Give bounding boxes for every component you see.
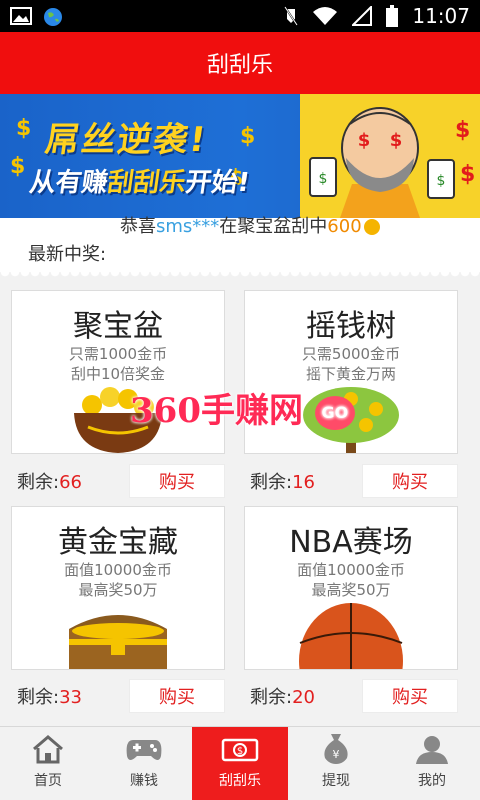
card-footer: 剩余:33 购买 <box>11 676 225 716</box>
watermark: 360手赚网 GO <box>130 383 355 432</box>
buy-button[interactable]: 购买 <box>362 464 458 498</box>
banner-subtitle: 从有赚刮刮乐开始! <box>27 168 252 198</box>
winner-marquee: 恭喜sms***在聚宝盆刮中600 <box>120 212 380 238</box>
tab-withdraw[interactable]: ¥ 提现 <box>288 727 384 800</box>
dollar-icon: $ <box>16 116 32 141</box>
product-desc: 最高奖50万 <box>78 581 158 599</box>
buy-button[interactable]: 购买 <box>362 679 458 713</box>
status-bar: 11:07 <box>0 0 480 32</box>
app-header: 刮刮乐 <box>0 32 480 94</box>
globe-icon <box>44 8 62 26</box>
coin-icon <box>363 219 380 235</box>
product-name: NBA赛场 <box>289 525 413 560</box>
wifi-icon <box>313 7 338 25</box>
dollar-icon: $ <box>10 154 26 179</box>
banner-title: 屌丝逆袭! <box>42 120 210 160</box>
mute-icon <box>284 6 299 26</box>
clock: 11:07 <box>412 4 470 28</box>
signal-icon <box>352 6 373 26</box>
dollar-icon: $ <box>460 162 476 187</box>
product-desc: 面值10000金币 <box>297 561 405 579</box>
tab-label: 刮刮乐 <box>219 773 261 789</box>
tab-scratch[interactable]: $ 刮刮乐 <box>192 727 288 800</box>
promo-banner[interactable]: $ $ $ $ $ $ 屌丝逆袭! 从有赚刮刮乐开始! $ $ $ $ <box>0 94 480 218</box>
svg-text:$: $ <box>237 746 243 757</box>
cartoon-man-icon: $ $ $ $ <box>309 107 455 218</box>
buy-button[interactable]: 购买 <box>129 679 225 713</box>
product-desc: 只需1000金币 <box>68 345 168 363</box>
basketball-icon <box>299 603 403 669</box>
product-card-huangjinbaozang[interactable]: 黄金宝藏 面值10000金币 最高奖50万 <box>11 506 225 670</box>
tab-profile[interactable]: 我的 <box>384 727 480 800</box>
tab-home[interactable]: 首页 <box>0 727 96 800</box>
product-desc: 最高奖50万 <box>311 581 391 599</box>
dollar-icon: $ <box>240 124 256 149</box>
tab-label: 首页 <box>34 773 62 789</box>
page-title: 刮刮乐 <box>206 53 273 78</box>
remaining-count: 剩余:20 <box>250 687 315 708</box>
svg-text:¥: ¥ <box>333 748 340 761</box>
user-icon <box>416 736 448 764</box>
card-footer: 剩余:16 购买 <box>244 461 458 501</box>
tab-earn[interactable]: 赚钱 <box>96 727 192 800</box>
go-badge: GO <box>314 396 355 430</box>
battery-icon <box>386 5 399 27</box>
tab-label: 我的 <box>418 773 446 789</box>
card-footer: 剩余:20 购买 <box>244 676 458 716</box>
money-bill-icon: $ <box>221 738 259 762</box>
tab-label: 提现 <box>322 773 350 789</box>
buy-button[interactable]: 购买 <box>129 464 225 498</box>
svg-text:$: $ <box>437 173 446 189</box>
product-desc: 刮中10倍奖金 <box>70 365 166 383</box>
product-desc: 摇下黄金万两 <box>305 365 396 383</box>
svg-text:$: $ <box>390 130 403 151</box>
product-name: 聚宝盆 <box>73 309 163 344</box>
scallop-divider <box>0 272 480 280</box>
product-name: 摇钱树 <box>306 309 396 344</box>
svg-text:$: $ <box>358 130 371 151</box>
treasure-chest-icon <box>69 615 167 669</box>
product-desc: 只需5000金币 <box>301 345 401 363</box>
product-card-nba[interactable]: NBA赛场 面值10000金币 最高奖50万 <box>244 506 458 670</box>
card-footer: 剩余:66 购买 <box>11 461 225 501</box>
gamepad-icon <box>126 740 162 760</box>
remaining-count: 剩余:33 <box>17 687 82 708</box>
home-icon <box>33 735 63 764</box>
product-name: 黄金宝藏 <box>58 525 178 560</box>
svg-text:$: $ <box>319 171 328 187</box>
product-desc: 面值10000金币 <box>64 561 172 579</box>
tab-label: 赚钱 <box>130 773 158 789</box>
money-bag-icon: ¥ <box>324 734 348 764</box>
remaining-count: 剩余:66 <box>17 472 82 493</box>
remaining-count: 剩余:16 <box>250 472 315 493</box>
gallery-icon <box>10 7 32 25</box>
latest-winner-section: 恭喜sms***在聚宝盆刮中600 最新中奖: <box>0 216 480 276</box>
latest-winner-label: 最新中奖: <box>28 244 107 265</box>
bottom-tab-bar: 首页 赚钱 $ 刮刮乐 ¥ 提现 我的 <box>0 726 480 800</box>
